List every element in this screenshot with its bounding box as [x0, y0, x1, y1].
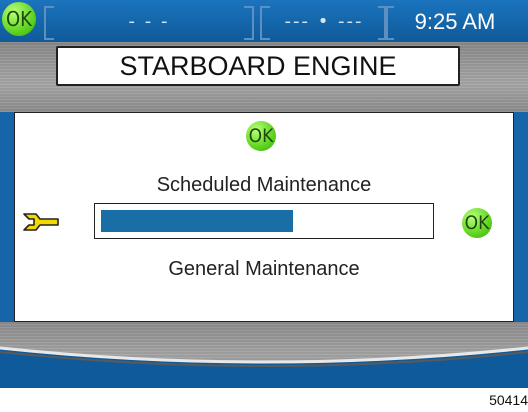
status-field-1: - - - — [44, 6, 254, 40]
bracket-right — [244, 6, 254, 40]
bottom-arc-decoration — [0, 346, 528, 388]
status-field-2-value: --- • --- — [284, 11, 364, 32]
status-bar: OK - - - --- • --- 9:25 AM — [0, 0, 528, 42]
maintenance-progress-fill — [101, 210, 293, 232]
figure-id: 50414 — [489, 392, 528, 408]
ok-status-badge[interactable]: OK — [2, 2, 36, 36]
general-maintenance-label: General Maintenance — [168, 258, 360, 280]
clock-time: 9:25 AM — [414, 9, 496, 34]
wrench-icon — [23, 213, 59, 231]
page-title: STARBOARD ENGINE — [56, 46, 460, 86]
clock-field: 9:25 AM — [384, 6, 526, 40]
status-field-1-value: - - - — [128, 11, 170, 32]
ok-progress-badge[interactable]: OK — [462, 208, 492, 238]
ok-scheduled-badge[interactable]: OK — [246, 121, 276, 151]
status-field-2: --- • --- — [260, 6, 388, 40]
maintenance-progress-bar — [94, 203, 434, 239]
scheduled-maintenance-label: Scheduled Maintenance — [156, 174, 372, 196]
